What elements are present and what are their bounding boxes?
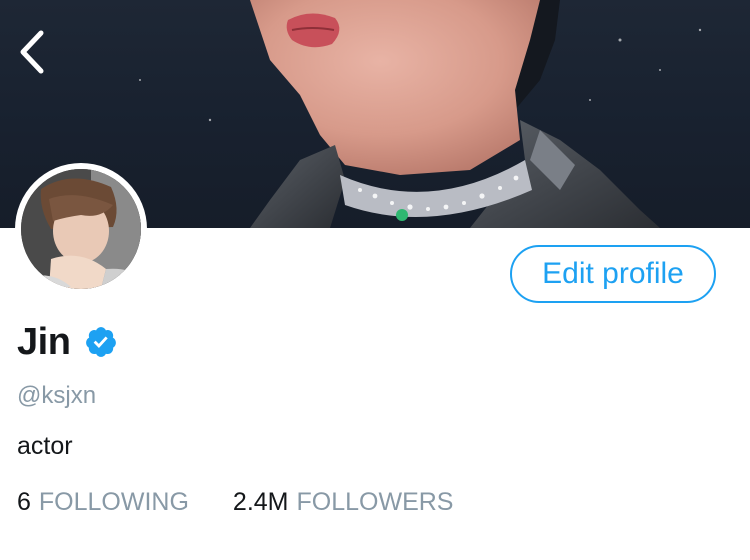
following-label: FOLLOWING	[38, 488, 189, 516]
profile-stats: 6 FOLLOWING 2.4M FOLLOWERS	[17, 488, 454, 517]
profile-screen: Edit profile Jin @ksjxn actor 6 FOLLOWIN…	[0, 0, 750, 560]
back-button[interactable]	[8, 20, 56, 84]
bio-text: actor	[17, 432, 73, 460]
user-handle: @ksjxn	[17, 382, 97, 409]
display-name: Jin	[17, 320, 71, 363]
verified-badge-icon	[84, 325, 118, 359]
edit-profile-button[interactable]: Edit profile	[510, 245, 716, 303]
following-stat[interactable]: 6 FOLLOWING	[17, 488, 189, 517]
following-count: 6	[17, 488, 31, 516]
avatar[interactable]	[15, 163, 147, 295]
name-row: Jin	[17, 318, 118, 366]
followers-count: 2.4M	[232, 488, 289, 516]
followers-label: FOLLOWERS	[296, 488, 454, 516]
followers-stat[interactable]: 2.4M FOLLOWERS	[233, 488, 454, 517]
chevron-left-icon	[20, 30, 44, 74]
avatar-photo	[21, 169, 141, 289]
